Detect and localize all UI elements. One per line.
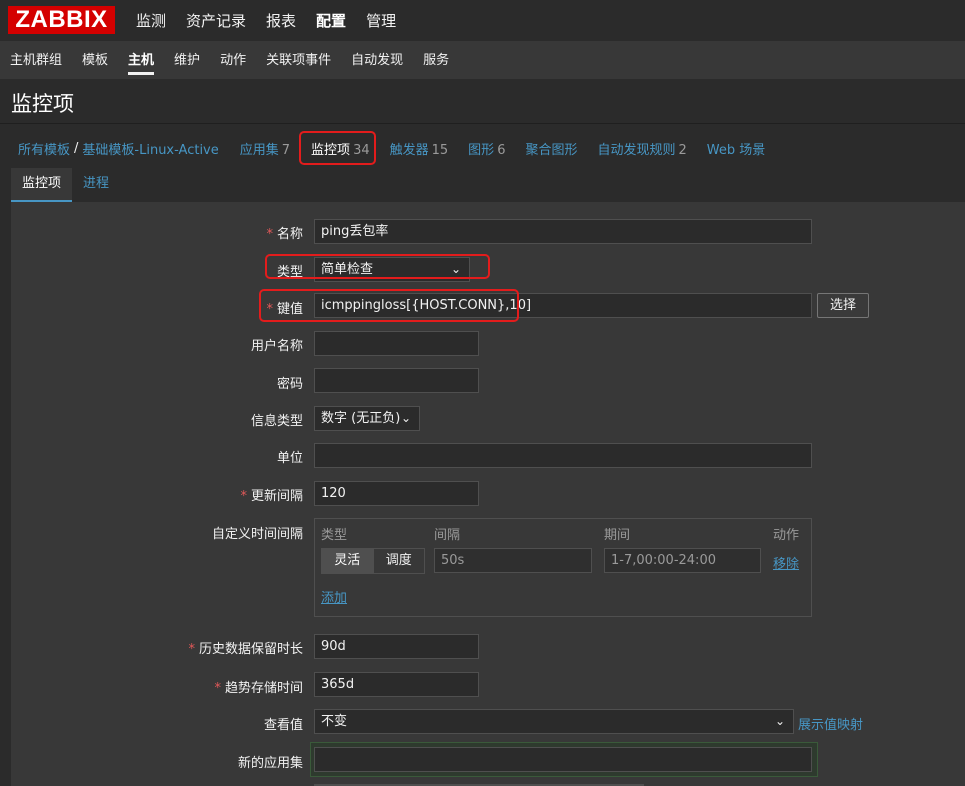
custom-interval-input[interactable]: 50s bbox=[434, 548, 592, 573]
tab-discovery-rules[interactable]: 自动发现规则 2 bbox=[587, 139, 696, 158]
tab-triggers-count: 15 bbox=[431, 142, 449, 158]
trends-input[interactable]: 365d bbox=[314, 672, 479, 697]
key-label-text: 键值 bbox=[276, 302, 303, 317]
required-marker: * bbox=[214, 681, 221, 696]
custom-intervals-header-action: 动作 bbox=[773, 528, 800, 543]
custom-period-input[interactable]: 1-7,00:00-24:00 bbox=[604, 548, 761, 573]
name-label-text: 名称 bbox=[276, 227, 303, 242]
main-menu-inventory[interactable]: 资产记录 bbox=[176, 0, 256, 42]
main-menu-reports[interactable]: 报表 bbox=[256, 0, 306, 42]
name-label: * 名称 bbox=[11, 223, 303, 242]
tab-discovery-rules-count: 2 bbox=[678, 142, 687, 158]
update-interval-input[interactable]: 120 bbox=[314, 481, 479, 506]
tab-items-count: 34 bbox=[353, 142, 370, 158]
sub-menu-services[interactable]: 服务 bbox=[413, 42, 459, 79]
tab-web-scenarios[interactable]: Web 场景 bbox=[697, 139, 775, 158]
show-value-select-value: 不变 bbox=[321, 714, 348, 729]
interval-type-flexible-button[interactable]: 灵活 bbox=[322, 549, 373, 573]
title-divider bbox=[0, 123, 965, 124]
type-select-value: 简单检查 bbox=[321, 262, 374, 277]
password-input[interactable] bbox=[314, 368, 479, 393]
tab-web-scenarios-label: Web 场景 bbox=[706, 142, 766, 158]
sub-menu-templates[interactable]: 模板 bbox=[72, 42, 118, 79]
interval-type-scheduling-button[interactable]: 调度 bbox=[372, 549, 424, 573]
custom-intervals-header-period: 期间 bbox=[604, 528, 631, 543]
zabbix-logo[interactable]: ZABBIX bbox=[8, 6, 115, 34]
new-application-label: 新的应用集 bbox=[237, 756, 303, 771]
custom-interval-remove-link[interactable]: 移除 bbox=[773, 553, 799, 572]
form-tab-item[interactable]: 监控项 bbox=[11, 168, 73, 202]
required-marker: * bbox=[266, 302, 273, 317]
tab-screens[interactable]: 聚合图形 bbox=[515, 139, 587, 158]
required-marker: * bbox=[240, 489, 247, 504]
tab-discovery-rules-label: 自动发现规则 bbox=[597, 142, 676, 158]
custom-intervals-header-interval: 间隔 bbox=[434, 528, 461, 543]
password-label: 密码 bbox=[276, 377, 303, 392]
units-input[interactable] bbox=[314, 443, 812, 468]
required-marker: * bbox=[266, 227, 273, 242]
custom-intervals-label: 自定义时间间隔 bbox=[211, 527, 303, 542]
show-value-select[interactable]: 不变 ⌄ bbox=[314, 709, 794, 734]
interval-type-toggle: 灵活 调度 bbox=[321, 548, 425, 574]
history-label-text: 历史数据保留时长 bbox=[198, 642, 303, 657]
show-value-label: 查看值 bbox=[263, 718, 303, 733]
key-label: * 键值 bbox=[11, 298, 303, 317]
type-select[interactable]: 简单检查 ⌄ bbox=[314, 257, 470, 282]
tab-items-label: 监控项 bbox=[311, 142, 351, 158]
main-menu-configuration[interactable]: 配置 bbox=[306, 0, 356, 42]
info-type-select[interactable]: 数字 (无正负) ⌄ bbox=[314, 406, 420, 431]
main-menu-administration[interactable]: 管理 bbox=[356, 0, 406, 42]
main-menu-monitoring[interactable]: 监测 bbox=[126, 0, 176, 42]
history-input[interactable]: 90d bbox=[314, 634, 479, 659]
tab-applications-count: 7 bbox=[281, 142, 291, 158]
info-type-select-value: 数字 (无正负) bbox=[321, 411, 401, 426]
chevron-down-icon: ⌄ bbox=[774, 714, 785, 728]
sub-menu-event-correlation[interactable]: 关联项事件 bbox=[256, 42, 341, 79]
top-navigation-bar: ZABBIX 监测 资产记录 报表 配置 管理 bbox=[0, 0, 965, 42]
show-value-mappings-link[interactable]: 展示值映射 bbox=[798, 714, 863, 733]
custom-intervals-header-type: 类型 bbox=[321, 528, 348, 543]
breadcrumb-all-templates[interactable]: 所有模板 bbox=[8, 139, 80, 158]
update-interval-label: * 更新间隔 bbox=[11, 485, 303, 504]
tab-applications-label: 应用集 bbox=[239, 142, 279, 158]
trends-label-text: 趋势存储时间 bbox=[224, 681, 303, 696]
sub-menu-maintenance[interactable]: 维护 bbox=[164, 42, 210, 79]
sub-menu-host-groups[interactable]: 主机群组 bbox=[0, 42, 72, 79]
trends-label: * 趋势存储时间 bbox=[11, 677, 303, 696]
sub-menu-actions[interactable]: 动作 bbox=[210, 42, 256, 79]
units-label: 单位 bbox=[276, 451, 303, 466]
type-label: 类型 bbox=[276, 265, 303, 280]
username-label: 用户名称 bbox=[250, 339, 303, 354]
tab-triggers-label: 触发器 bbox=[389, 142, 429, 158]
tab-items[interactable]: 监控项 34 bbox=[301, 139, 380, 158]
form-tabs: 监控项 进程 bbox=[11, 168, 120, 202]
tab-screens-label: 聚合图形 bbox=[525, 142, 578, 158]
key-input[interactable]: icmppingloss[{HOST.CONN},10] bbox=[314, 293, 812, 318]
history-label: * 历史数据保留时长 bbox=[11, 638, 303, 657]
name-input[interactable]: ping丢包率 bbox=[314, 219, 812, 244]
username-input[interactable] bbox=[314, 331, 479, 356]
new-application-input[interactable] bbox=[314, 747, 812, 772]
tab-triggers[interactable]: 触发器 15 bbox=[380, 139, 459, 158]
form-tab-process[interactable]: 进程 bbox=[72, 168, 120, 202]
key-select-button[interactable]: 选择 bbox=[817, 293, 869, 318]
sub-navigation-bar: 主机群组 模板 主机 维护 动作 关联项事件 自动发现 服务 bbox=[0, 42, 965, 79]
sub-menu-hosts[interactable]: 主机 bbox=[118, 42, 164, 79]
sub-menu: 主机群组 模板 主机 维护 动作 关联项事件 自动发现 服务 bbox=[0, 42, 459, 79]
chevron-down-icon: ⌄ bbox=[450, 262, 461, 276]
tab-applications[interactable]: 应用集 7 bbox=[230, 139, 300, 158]
tab-graphs-label: 图形 bbox=[468, 142, 495, 158]
tab-graphs-count: 6 bbox=[497, 142, 506, 158]
breadcrumb-template[interactable]: 基础模板-Linux-Active bbox=[72, 139, 228, 158]
info-type-label: 信息类型 bbox=[250, 414, 303, 429]
custom-interval-add-link[interactable]: 添加 bbox=[321, 587, 347, 606]
update-interval-label-text: 更新间隔 bbox=[250, 489, 303, 504]
chevron-down-icon: ⌄ bbox=[400, 411, 411, 425]
sub-menu-discovery[interactable]: 自动发现 bbox=[341, 42, 413, 79]
tab-graphs[interactable]: 图形 6 bbox=[458, 139, 515, 158]
page-title: 监控项 bbox=[11, 92, 74, 116]
main-menu: 监测 资产记录 报表 配置 管理 bbox=[126, 0, 406, 42]
breadcrumb: 所有模板 / 基础模板-Linux-Active 应用集 7 监控项 34 触发器 1… bbox=[8, 130, 775, 166]
required-marker: * bbox=[188, 642, 195, 657]
